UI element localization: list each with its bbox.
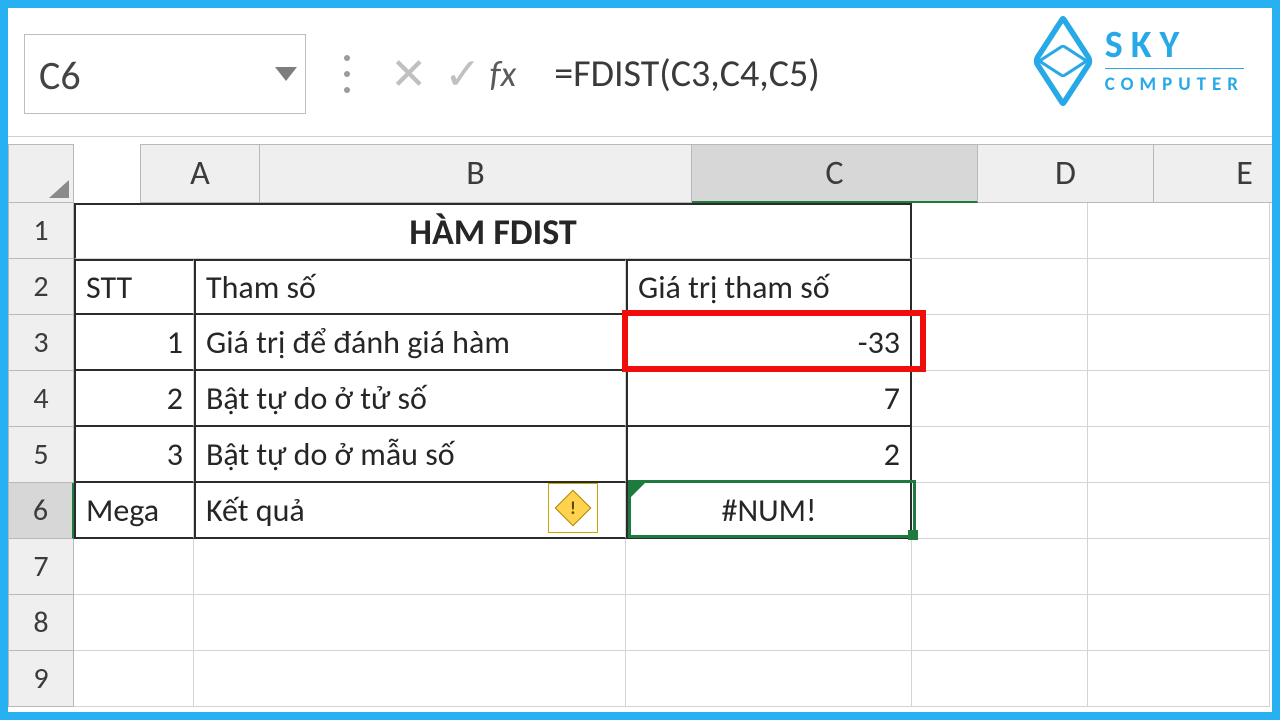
cell-A9[interactable] — [74, 651, 194, 707]
cell-E1[interactable] — [1088, 203, 1270, 259]
formula-bar-input[interactable]: =FDIST(C3,C4,C5) — [554, 51, 820, 97]
drag-handle-icon[interactable] — [344, 55, 350, 93]
spreadsheet-grid[interactable]: A B C D E 1 HÀM FDIST 2 STT Tham số Giá … — [8, 144, 1280, 707]
divider — [8, 136, 1272, 137]
select-all-cell[interactable] — [8, 144, 74, 203]
cell-C9[interactable] — [626, 651, 912, 707]
brand-logo: SKY COMPUTER — [1035, 26, 1244, 96]
warning-icon: ! — [555, 490, 592, 527]
cell-E4[interactable] — [1088, 371, 1270, 427]
cell-E2[interactable] — [1088, 259, 1270, 315]
cell-B2[interactable]: Tham số — [194, 259, 626, 315]
col-head-A[interactable]: A — [140, 144, 260, 203]
col-head-E[interactable]: E — [1154, 144, 1280, 203]
cell-C7[interactable] — [626, 539, 912, 595]
cell-C8[interactable] — [626, 595, 912, 651]
cell-B4[interactable]: Bật tự do ở tử số — [194, 371, 626, 427]
cell-D2[interactable] — [912, 259, 1088, 315]
brand-name: SKY — [1105, 26, 1244, 64]
row-head-6[interactable]: 6 — [8, 483, 74, 539]
cell-A4[interactable]: 2 — [74, 371, 194, 427]
name-box[interactable]: C6 — [24, 34, 306, 114]
cell-A2[interactable]: STT — [74, 259, 194, 315]
cell-D8[interactable] — [912, 595, 1088, 651]
chevron-down-icon[interactable] — [275, 67, 297, 81]
cell-B8[interactable] — [194, 595, 626, 651]
row-head-4[interactable]: 4 — [8, 371, 74, 427]
cell-A8[interactable] — [74, 595, 194, 651]
cell-E6[interactable] — [1088, 483, 1270, 539]
cell-D7[interactable] — [912, 539, 1088, 595]
cell-A7[interactable] — [74, 539, 194, 595]
cell-E8[interactable] — [1088, 595, 1270, 651]
fx-icon[interactable]: fx — [490, 52, 517, 96]
cell-E3[interactable] — [1088, 315, 1270, 371]
row-head-5[interactable]: 5 — [8, 427, 74, 483]
cancel-formula-button[interactable] — [382, 47, 436, 101]
cell-D4[interactable] — [912, 371, 1088, 427]
cell-D6[interactable] — [912, 483, 1088, 539]
name-box-ref: C6 — [39, 51, 81, 100]
cell-C6[interactable]: #NUM! — [626, 483, 912, 539]
row-head-3[interactable]: 3 — [8, 315, 74, 371]
row-head-8[interactable]: 8 — [8, 595, 74, 651]
cell-A3[interactable]: 1 — [74, 315, 194, 371]
cell-E7[interactable] — [1088, 539, 1270, 595]
brand-mark-icon — [1035, 33, 1091, 89]
col-head-C[interactable]: C — [692, 144, 978, 203]
cell-C3[interactable]: -33 — [626, 315, 912, 371]
cell-C2[interactable]: Giá trị tham số — [626, 259, 912, 315]
cell-E9[interactable] — [1088, 651, 1270, 707]
cell-C5[interactable]: 2 — [626, 427, 912, 483]
cell-D3[interactable] — [912, 315, 1088, 371]
cell-D5[interactable] — [912, 427, 1088, 483]
cell-B7[interactable] — [194, 539, 626, 595]
cell-C4[interactable]: 7 — [626, 371, 912, 427]
cell-D1[interactable] — [912, 203, 1088, 259]
cell-D9[interactable] — [912, 651, 1088, 707]
cell-E5[interactable] — [1088, 427, 1270, 483]
cell-title[interactable]: HÀM FDIST — [74, 203, 912, 259]
col-head-B[interactable]: B — [260, 144, 692, 203]
confirm-formula-button[interactable] — [436, 47, 490, 101]
cell-B5[interactable]: Bật tự do ở mẫu số — [194, 427, 626, 483]
error-smart-tag[interactable]: ! — [548, 483, 598, 533]
row-head-9[interactable]: 9 — [8, 651, 74, 707]
row-head-2[interactable]: 2 — [8, 259, 74, 315]
row-head-1[interactable]: 1 — [8, 203, 74, 259]
brand-sub: COMPUTER — [1105, 73, 1244, 96]
col-head-D[interactable]: D — [978, 144, 1154, 203]
cell-B9[interactable] — [194, 651, 626, 707]
cell-A6[interactable]: Mega — [74, 483, 194, 539]
row-head-7[interactable]: 7 — [8, 539, 74, 595]
cell-B3[interactable]: Giá trị để đánh giá hàm — [194, 315, 626, 371]
cell-A5[interactable]: 3 — [74, 427, 194, 483]
